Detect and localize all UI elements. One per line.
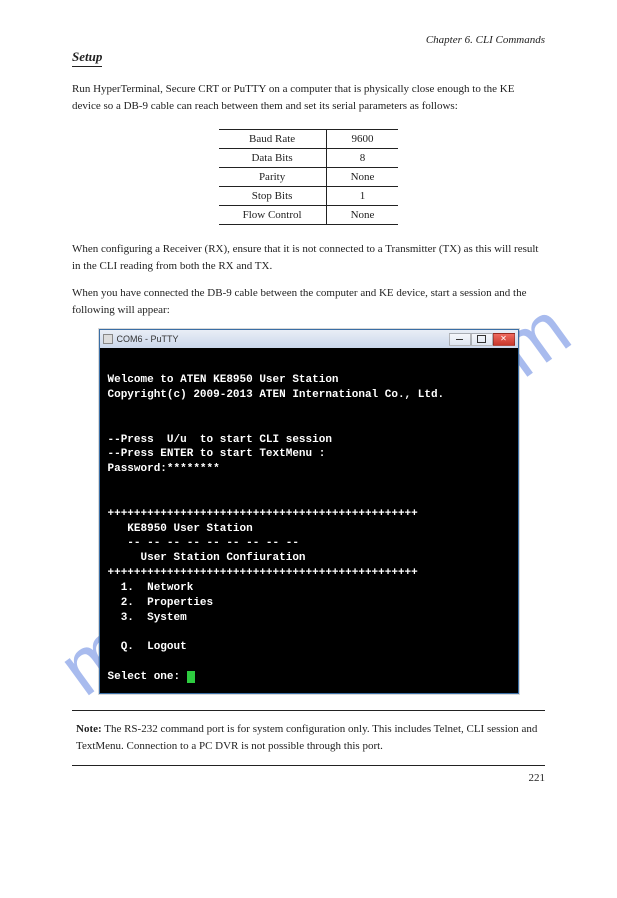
putty-icon (103, 334, 113, 344)
section-heading: Setup (72, 49, 102, 67)
window-controls (449, 333, 515, 346)
window-titlebar: COM6 - PuTTY (100, 330, 518, 348)
paragraph-rx-warning: When configuring a Receiver (RX), ensure… (72, 241, 545, 275)
table-row: Flow ControlNone (219, 206, 399, 225)
table-row: Baud Rate9600 (219, 130, 399, 149)
maximize-button[interactable] (471, 333, 493, 346)
table-row: Data Bits8 (219, 149, 399, 168)
close-button[interactable] (493, 333, 515, 346)
window-title: COM6 - PuTTY (117, 334, 179, 344)
table-row: ParityNone (219, 168, 399, 187)
page-number: 221 (0, 766, 617, 784)
note-box: Note: The RS-232 command port is for sys… (72, 710, 545, 766)
terminal-window: COM6 - PuTTY Welcome to ATEN KE8950 User… (99, 329, 519, 694)
terminal-cursor (187, 671, 195, 683)
paragraph-setup-intro: Run HyperTerminal, Secure CRT or PuTTY o… (72, 81, 545, 115)
terminal-output: Welcome to ATEN KE8950 User Station Copy… (100, 348, 518, 693)
serial-params-table: Baud Rate9600 Data Bits8 ParityNone Stop… (72, 129, 545, 225)
paragraph-session-start: When you have connected the DB-9 cable b… (72, 285, 545, 319)
note-text: The RS-232 command port is for system co… (76, 723, 537, 752)
table-row: Stop Bits1 (219, 187, 399, 206)
chapter-label: Chapter 6. CLI Commands (426, 34, 545, 46)
minimize-button[interactable] (449, 333, 471, 346)
note-label: Note: (76, 723, 102, 735)
